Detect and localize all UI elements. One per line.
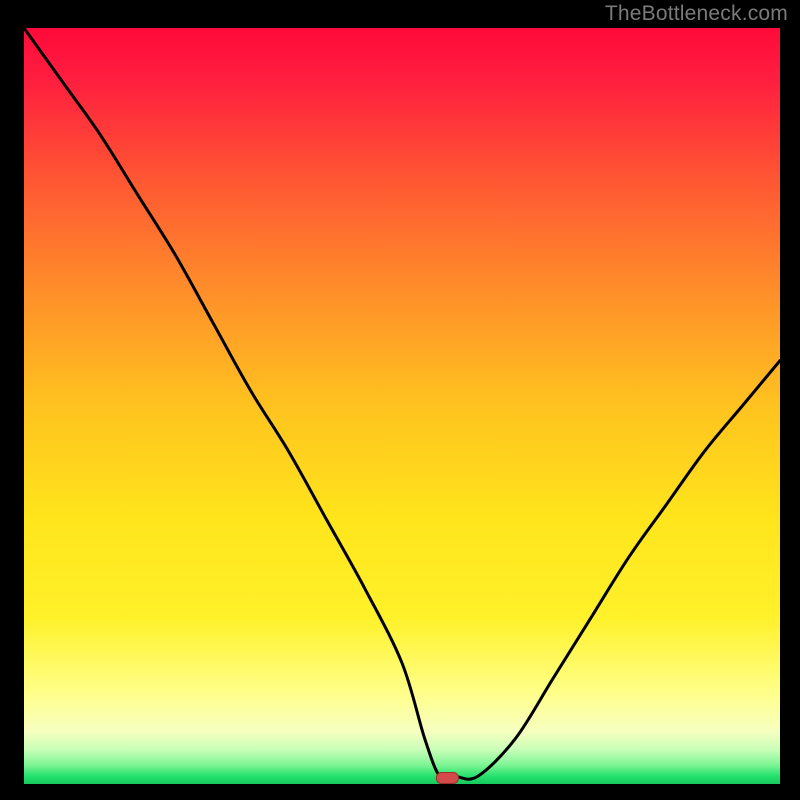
chart-frame: TheBottleneck.com	[0, 0, 800, 800]
gradient-background	[24, 28, 780, 784]
watermark-text: TheBottleneck.com	[605, 2, 788, 26]
bottleneck-plot	[24, 28, 780, 784]
plot-svg	[24, 28, 780, 784]
optimum-marker	[436, 773, 458, 784]
